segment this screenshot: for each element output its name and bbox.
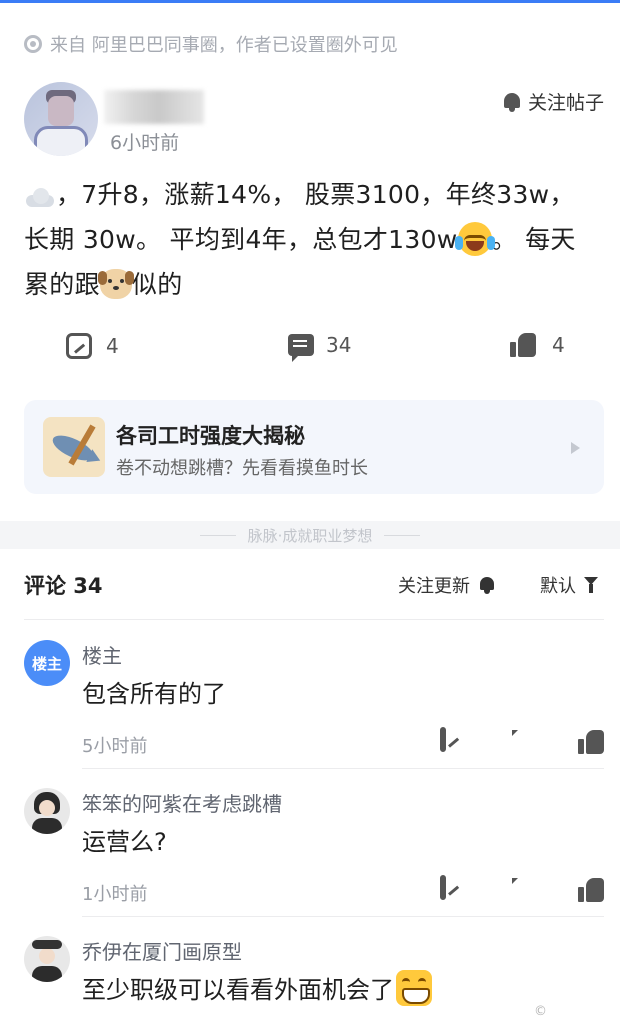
follow-post-button[interactable]: 关注帖子 xyxy=(502,88,604,115)
top-accent-line xyxy=(0,0,620,3)
circle-dot-icon xyxy=(24,35,42,53)
comment-text-body: 至少职级可以看看外面机会了 xyxy=(82,976,394,1004)
filter-icon xyxy=(584,577,602,593)
sort-button[interactable]: 默认 xyxy=(540,572,602,598)
comment-share-button[interactable] xyxy=(440,727,446,752)
comment-icon xyxy=(288,334,314,362)
post-content: ，7升8，涨薪14%， 股票3100，年终33w，长期 30w。 平均到4年，总… xyxy=(24,172,596,307)
share-icon xyxy=(66,333,92,359)
comment-text: 运营么? xyxy=(82,828,167,856)
comment-count: 34 xyxy=(326,333,352,357)
tears-of-joy-emoji-icon xyxy=(454,222,495,256)
comment-avatar[interactable] xyxy=(24,788,70,834)
watermark: © xyxy=(534,1004,548,1019)
topic-card[interactable]: 各司工时强度大揭秘 卷不动想跳槽？先看看摸鱼时长 xyxy=(24,400,604,494)
post-actions: 4 34 4 xyxy=(0,333,620,367)
divider-line xyxy=(24,619,604,620)
follow-post-label: 关注帖子 xyxy=(527,92,604,114)
share-button[interactable]: 4 xyxy=(66,333,119,359)
bell-icon xyxy=(478,576,496,594)
host-avatar[interactable]: 楼主 xyxy=(24,640,70,686)
like-count: 4 xyxy=(552,333,565,357)
bell-icon xyxy=(502,92,522,112)
share-icon xyxy=(440,727,446,752)
follow-updates-button[interactable]: 关注更新 xyxy=(398,572,496,598)
post-text-part-3: 似的 xyxy=(131,270,183,299)
author-name-blurred xyxy=(104,90,204,124)
comment-author[interactable]: 乔伊在厦门画原型 xyxy=(82,936,242,965)
comment-text: 至少职级可以看看外面机会了 xyxy=(82,970,432,1006)
comments-title: 评论 34 xyxy=(24,574,103,598)
comment-text: 包含所有的了 xyxy=(82,680,226,708)
source-text: 来自 阿里巴巴同事圈，作者已设置圈外可见 xyxy=(50,35,398,56)
sort-label: 默认 xyxy=(540,576,576,597)
comment-share-button[interactable] xyxy=(440,875,446,900)
like-button[interactable]: 4 xyxy=(510,333,565,357)
author-avatar[interactable] xyxy=(24,82,98,156)
post-author: 6小时前 关注帖子 xyxy=(24,82,604,158)
comment-time: 1小时前 xyxy=(82,884,148,905)
topic-subtitle: 卷不动想跳槽？先看看摸鱼时长 xyxy=(116,458,368,479)
dog-emoji-icon xyxy=(97,269,134,299)
divider-text: 脉脉·成就职业梦想 xyxy=(247,526,373,545)
follow-updates-label: 关注更新 xyxy=(398,576,470,597)
share-count: 4 xyxy=(106,334,119,358)
comment-author[interactable]: 笨笨的阿紫在考虑跳槽 xyxy=(82,788,282,817)
post-source[interactable]: 来自 阿里巴巴同事圈，作者已设置圈外可见 xyxy=(24,33,398,56)
comment-avatar[interactable] xyxy=(24,936,70,982)
share-icon xyxy=(440,875,446,900)
topic-fish-image xyxy=(43,417,105,477)
comments-header: 评论 34 关注更新 默认 xyxy=(0,566,620,606)
comment-button[interactable]: 34 xyxy=(288,333,352,362)
thumbs-up-icon xyxy=(510,333,536,357)
cloud-emoji-icon xyxy=(24,186,56,208)
divider-line xyxy=(82,916,604,917)
comment-time: 5小时前 xyxy=(82,736,148,757)
topic-title: 各司工时强度大揭秘 xyxy=(116,424,305,448)
play-triangle-icon xyxy=(571,442,580,454)
divider-line xyxy=(82,768,604,769)
grin-emoji-icon xyxy=(396,970,432,1006)
comment-author[interactable]: 楼主 xyxy=(82,640,122,669)
section-divider: 脉脉·成就职业梦想 xyxy=(0,521,620,549)
post-time: 6小时前 xyxy=(110,132,180,154)
